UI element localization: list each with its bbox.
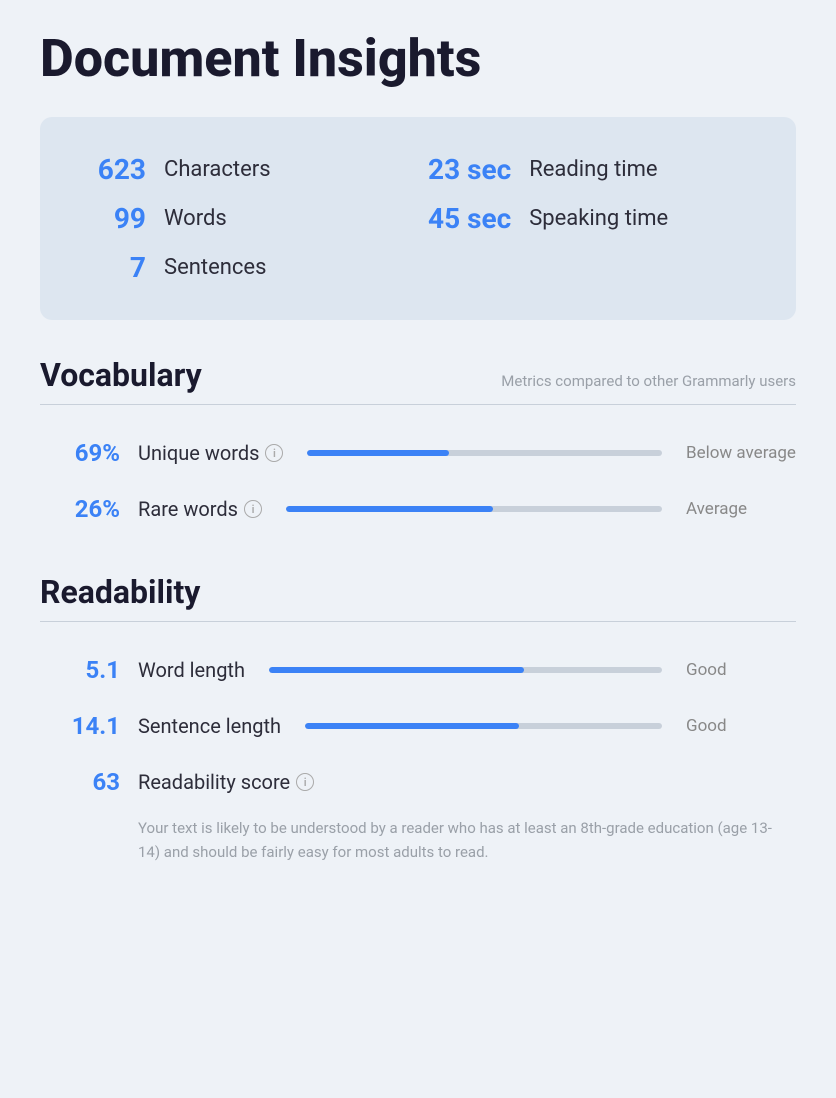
stat-value-reading-time: 23 sec (428, 153, 511, 186)
rare-words-bar-fill (286, 506, 493, 512)
unique-words-bar-fill (307, 450, 449, 456)
sentence-length-bar-fill (305, 723, 519, 729)
unique-words-info-icon[interactable]: i (265, 444, 283, 462)
metric-label-unique-words: Unique words i (138, 441, 283, 465)
readability-section: Readability 5.1 Word length Good 14.1 Se… (40, 573, 796, 864)
stat-label-speaking-time: Speaking time (529, 206, 668, 231)
stat-row-speaking-time: 45 sec Speaking time (428, 194, 760, 243)
metric-rating-unique-words: Below average (686, 443, 796, 463)
rare-words-info-icon[interactable]: i (244, 500, 262, 518)
metric-value-readability-score: 63 (40, 768, 120, 796)
stat-label-words: Words (164, 206, 227, 231)
metric-rating-rare-words: Average (686, 499, 796, 519)
metric-label-readability-score: Readability score i (138, 770, 314, 794)
unique-words-bar-container (307, 450, 662, 456)
readability-divider (40, 621, 796, 622)
stats-right-column: 23 sec Reading time 45 sec Speaking time (428, 145, 760, 292)
vocabulary-section-header: Vocabulary Metrics compared to other Gra… (40, 356, 796, 394)
rare-words-bar-track (286, 506, 662, 512)
metric-value-unique-words: 69% (40, 439, 120, 467)
vocabulary-subtitle: Metrics compared to other Grammarly user… (501, 372, 796, 390)
stat-label-characters: Characters (164, 157, 271, 182)
metric-label-rare-words: Rare words i (138, 497, 262, 521)
stat-row-sentences: 7 Sentences (76, 243, 408, 292)
stat-row-characters: 623 Characters (76, 145, 408, 194)
vocabulary-title: Vocabulary (40, 356, 202, 394)
vocabulary-divider (40, 404, 796, 405)
stat-value-words: 99 (76, 202, 146, 235)
metric-row-rare-words: 26% Rare words i Average (40, 481, 796, 537)
page-title: Document Insights (40, 30, 796, 87)
metric-label-word-length: Word length (138, 658, 245, 682)
sentence-length-bar-track (305, 723, 662, 729)
stats-card: 623 Characters 99 Words 7 Sentences 23 s… (40, 117, 796, 320)
metric-row-unique-words: 69% Unique words i Below average (40, 425, 796, 481)
metric-value-sentence-length: 14.1 (40, 712, 120, 740)
stat-label-sentences: Sentences (164, 255, 266, 280)
stat-value-characters: 623 (76, 153, 146, 186)
metric-row-readability-score: 63 Readability score i (40, 754, 796, 810)
readability-section-header: Readability (40, 573, 796, 611)
readability-score-info-icon[interactable]: i (296, 773, 314, 791)
word-length-bar-fill (269, 667, 524, 673)
readability-title: Readability (40, 573, 200, 611)
word-length-bar-track (269, 667, 662, 673)
vocabulary-section: Vocabulary Metrics compared to other Gra… (40, 356, 796, 537)
metric-rating-sentence-length: Good (686, 716, 796, 736)
stat-label-reading-time: Reading time (529, 157, 657, 182)
metric-row-sentence-length: 14.1 Sentence length Good (40, 698, 796, 754)
metric-value-word-length: 5.1 (40, 656, 120, 684)
stat-row-words: 99 Words (76, 194, 408, 243)
unique-words-bar-track (307, 450, 662, 456)
stat-value-speaking-time: 45 sec (428, 202, 511, 235)
stat-value-sentences: 7 (76, 251, 146, 284)
metric-label-sentence-length: Sentence length (138, 714, 281, 738)
metric-row-word-length: 5.1 Word length Good (40, 642, 796, 698)
sentence-length-bar-container (305, 723, 662, 729)
metric-rating-word-length: Good (686, 660, 796, 680)
metric-value-rare-words: 26% (40, 495, 120, 523)
word-length-bar-container (269, 667, 662, 673)
rare-words-bar-container (286, 506, 662, 512)
readability-description: Your text is likely to be understood by … (138, 816, 796, 864)
stat-row-reading-time: 23 sec Reading time (428, 145, 760, 194)
stats-left-column: 623 Characters 99 Words 7 Sentences (76, 145, 408, 292)
